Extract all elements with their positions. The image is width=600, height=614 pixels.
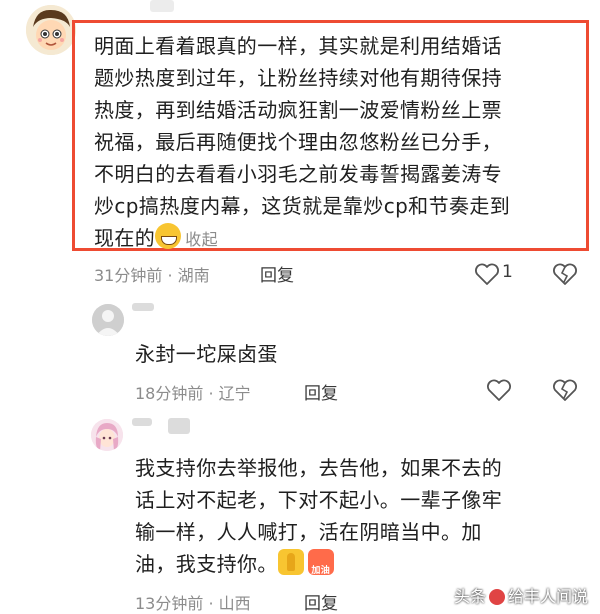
avatar[interactable] <box>92 304 124 336</box>
grin-emoji-icon <box>155 223 182 249</box>
comment-time: 31分钟前 <box>94 266 163 285</box>
pray-emoji-icon <box>277 549 304 575</box>
comment-line: 不明白的去看看小羽毛之前发毒誓揭露姜涛专 <box>94 162 502 186</box>
comment-line: 热度，再到结婚活动疯狂割一波爱情粉丝上票 <box>94 98 502 122</box>
comment-line: 明面上看着跟真的一样，其实就是利用结婚话 <box>94 34 502 58</box>
watermark: 头条 给丰人间说 <box>453 587 588 606</box>
comment-line: 祝福，最后再随便找个理由忽悠粉丝已分手， <box>94 130 502 154</box>
comment-meta: 18分钟前 · 辽宁 <box>135 384 251 403</box>
like-heart-icon[interactable] <box>474 262 500 286</box>
comment-line-last: 油，我支持你。 加油 <box>135 548 502 580</box>
like-heart-icon[interactable] <box>486 378 512 402</box>
comment-location: 辽宁 <box>218 384 251 403</box>
comment-meta: 13分钟前 · 山西 <box>135 594 251 613</box>
like-count: 1 <box>502 262 513 282</box>
avatar[interactable] <box>91 419 123 451</box>
comment-text: 永封一坨屎卤蛋 <box>135 338 278 370</box>
comment-time: 13分钟前 <box>135 594 204 613</box>
dislike-heart-icon[interactable] <box>552 262 578 286</box>
username-blur <box>168 418 190 434</box>
comment-line: 话上对不起老，下对不起小。一辈子像牢 <box>135 488 503 512</box>
comment-location: 湖南 <box>177 266 210 285</box>
comment-line: 炒cp搞热度内幕，这货就是靠炒cp和节奏走到 <box>94 194 511 218</box>
comment-line-last: 现在的 收起 <box>94 222 586 256</box>
username-blur <box>132 418 152 426</box>
top-blur <box>150 0 174 12</box>
comment-text: 明面上看着跟真的一样，其实就是利用结婚话 题炒热度到过年，让粉丝持续对他有期待保… <box>94 30 586 256</box>
comment-line: 题炒热度到过年，让粉丝持续对他有期待保持 <box>94 66 502 90</box>
comment-text: 我支持你去举报他，去告他，如果不去的 话上对不起老，下对不起小。一辈子像牢 输一… <box>135 452 502 580</box>
comment-time: 18分钟前 <box>135 384 204 403</box>
reply-button[interactable]: 回复 <box>304 589 338 614</box>
watermark-logo-icon <box>488 589 505 605</box>
jiayou-emoji-icon: 加油 <box>307 549 334 576</box>
avatar[interactable] <box>26 5 76 55</box>
comment-location: 山西 <box>218 594 251 613</box>
comment-line: 我支持你去举报他，去告他，如果不去的 <box>135 456 503 480</box>
reply-button[interactable]: 回复 <box>304 379 338 404</box>
comment-meta: 31分钟前 · 湖南 <box>94 266 210 285</box>
collapse-link[interactable]: 收起 <box>185 230 218 249</box>
dislike-heart-icon[interactable] <box>552 378 578 402</box>
comment-line: 输一样，人人喊打，活在阴暗当中。加 <box>135 520 482 544</box>
comment-line: 永封一坨屎卤蛋 <box>135 342 278 366</box>
reply-button[interactable]: 回复 <box>260 261 294 286</box>
username-blur <box>132 303 154 311</box>
